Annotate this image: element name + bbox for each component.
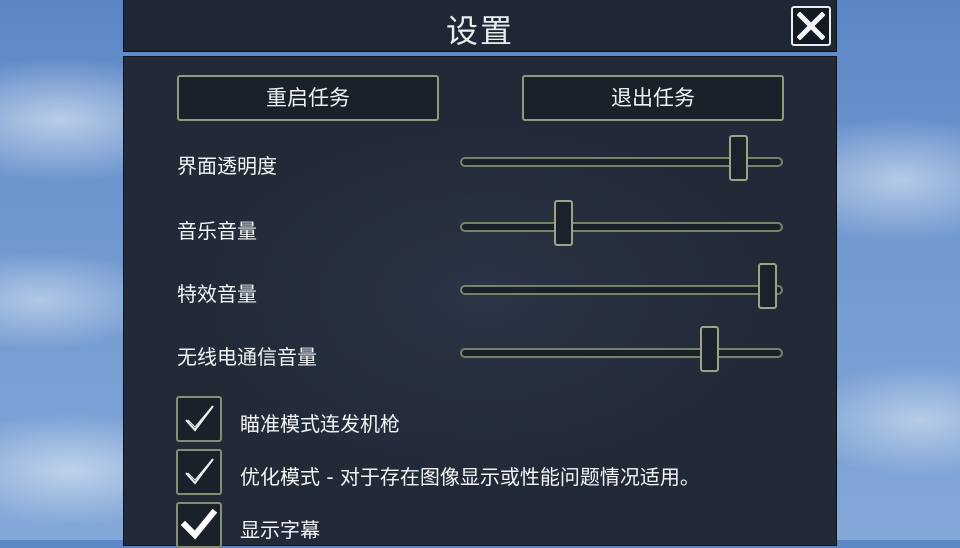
slider-track xyxy=(460,348,783,358)
effects-volume-label: 特效音量 xyxy=(177,282,257,306)
slider-handle[interactable] xyxy=(554,200,574,246)
exit-mission-button[interactable]: 退出任务 xyxy=(522,75,784,121)
optimization-mode-checkbox[interactable] xyxy=(176,449,222,495)
slider-handle[interactable] xyxy=(757,263,777,309)
restart-mission-button[interactable]: 重启任务 xyxy=(177,75,439,121)
radio-volume-label: 无线电通信音量 xyxy=(177,345,317,369)
aim-mode-autofire-label: 瞄准模式连发机枪 xyxy=(240,412,400,436)
effects-volume-slider[interactable] xyxy=(460,263,783,309)
slider-handle[interactable] xyxy=(728,135,748,181)
slider-track xyxy=(460,285,783,295)
close-button[interactable] xyxy=(791,6,831,46)
music-volume-slider[interactable] xyxy=(460,200,783,246)
aim-mode-autofire-checkbox[interactable] xyxy=(176,396,222,442)
show-subtitles-label: 显示字幕 xyxy=(240,518,320,542)
settings-panel: 重启任务 退出任务 界面透明度 音乐音量 特效音量 无线电通信音量 瞄准模式连发… xyxy=(123,56,837,548)
page-title: 设置 xyxy=(445,12,514,50)
checkmark-icon xyxy=(185,458,214,485)
slider-handle[interactable] xyxy=(699,326,719,372)
slider-track xyxy=(460,222,783,232)
close-icon xyxy=(797,12,825,40)
checkmark-icon xyxy=(185,405,214,432)
show-subtitles-checkbox[interactable] xyxy=(176,502,222,548)
music-volume-label: 音乐音量 xyxy=(177,219,257,243)
optimization-mode-label: 优化模式 - 对于存在图像显示或性能问题情况适用。 xyxy=(240,465,700,489)
checkmark-icon xyxy=(180,508,218,540)
ui-opacity-slider[interactable] xyxy=(460,135,783,181)
settings-title-bar: 设置 xyxy=(123,0,837,52)
radio-volume-slider[interactable] xyxy=(460,326,783,372)
ui-opacity-label: 界面透明度 xyxy=(177,154,277,178)
